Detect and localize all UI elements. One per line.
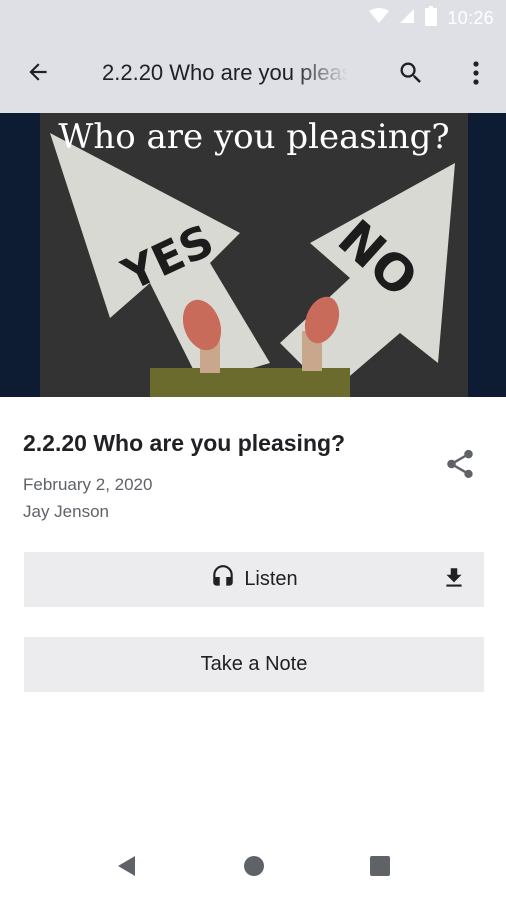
nav-recents-button[interactable]	[366, 854, 394, 882]
download-button[interactable]	[438, 564, 470, 596]
share-button[interactable]	[440, 446, 480, 486]
back-button[interactable]	[20, 56, 56, 92]
artwork-caption: Who are you pleasing?	[58, 117, 450, 157]
app-bar: 2.2.20 Who are you pleasing?	[0, 36, 506, 113]
sermon-date: February 2, 2020	[23, 475, 153, 494]
search-button[interactable]	[392, 56, 430, 94]
status-icons: 10:26	[369, 0, 494, 36]
take-note-label: Take a Note	[200, 653, 308, 675]
share-icon	[443, 446, 477, 487]
circle-home-icon	[243, 855, 265, 882]
headphones-icon	[210, 564, 236, 595]
app-bar-title: 2.2.20 Who are you pleasing?	[102, 60, 348, 85]
nav-home-button[interactable]	[240, 854, 268, 882]
sermon-artwork: YES NO Who are you pleasing?	[0, 113, 506, 397]
signal-icon	[399, 8, 415, 29]
status-time: 10:26	[447, 7, 494, 28]
wifi-icon	[369, 7, 390, 29]
search-icon	[397, 59, 425, 92]
triangle-back-icon	[116, 855, 136, 882]
sermon-title: 2.2.20 Who are you pleasing?	[23, 430, 346, 456]
listen-label: Listen	[244, 568, 298, 590]
take-note-button[interactable]: Take a Note	[24, 637, 484, 692]
more-options-button[interactable]	[458, 56, 494, 94]
battery-icon	[425, 5, 438, 31]
listen-bar: Listen	[24, 552, 484, 607]
arrow-back-icon	[25, 59, 51, 90]
sermon-speaker: Jay Jenson	[23, 502, 109, 521]
nav-back-button[interactable]	[112, 854, 140, 882]
listen-button[interactable]: Listen	[24, 552, 424, 607]
system-nav-bar	[0, 836, 506, 900]
pants-shape	[150, 368, 350, 397]
more-vert-icon	[472, 60, 480, 91]
square-recents-icon	[370, 855, 390, 881]
status-bar: 10:26	[0, 0, 506, 36]
download-icon	[441, 565, 467, 596]
